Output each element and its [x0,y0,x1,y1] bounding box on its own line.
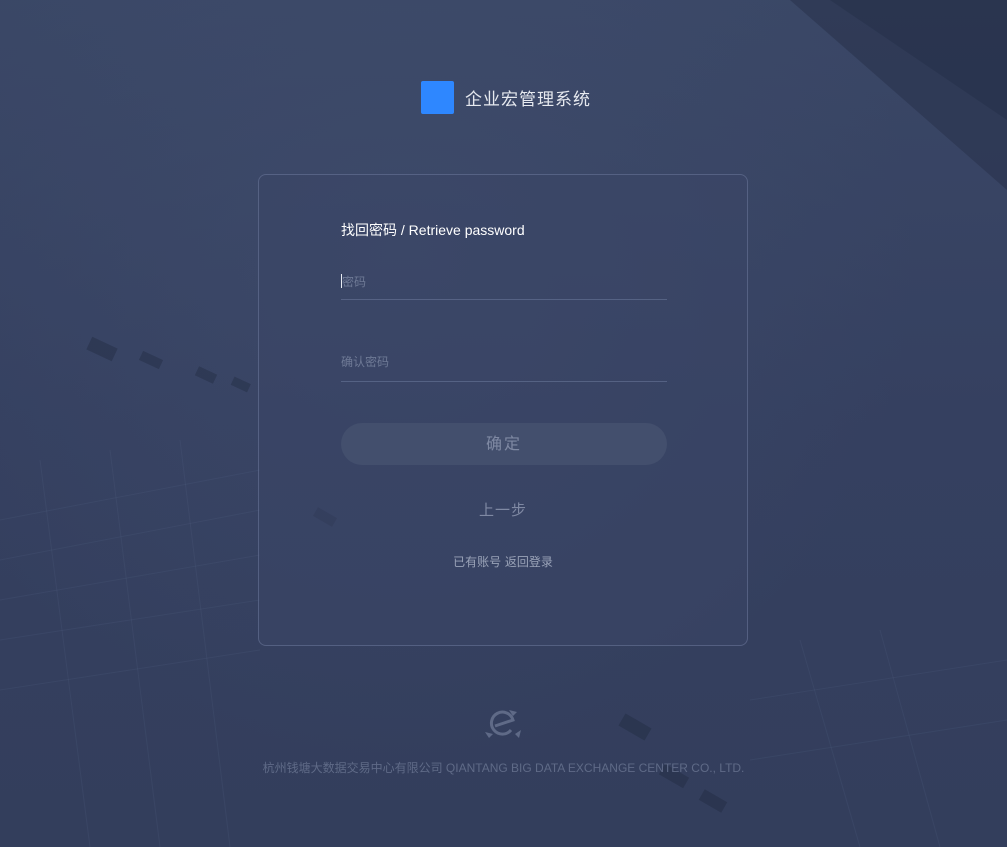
app-logo [421,81,454,114]
text-caret [341,274,342,288]
form-heading: 找回密码 / Retrieve password [341,222,525,238]
password-placeholder: 密码 [342,275,367,289]
confirm-password-field[interactable] [341,345,667,382]
password-field[interactable]: 密码 [341,263,667,300]
app-header: 企业宏管理系统 [421,81,591,114]
retrieve-password-card: 找回密码 / Retrieve password 密码 确定 上一步 已有账号 … [258,174,748,646]
exchange-center-logo-icon [483,708,523,742]
confirm-button[interactable]: 确定 [341,423,667,465]
footer-company: 杭州钱塘大数据交易中心有限公司 QIANTANG BIG DATA EXCHAN… [262,761,745,775]
has-account-text: 已有账号 [453,555,502,569]
previous-step-link[interactable]: 上一步 [259,499,747,520]
confirm-password-input[interactable] [341,345,667,379]
password-input[interactable] [341,263,667,297]
app-title: 企业宏管理系统 [465,90,591,110]
back-to-login-link[interactable]: 返回登录 [505,555,553,569]
login-prompt: 已有账号 返回登录 [259,553,747,570]
